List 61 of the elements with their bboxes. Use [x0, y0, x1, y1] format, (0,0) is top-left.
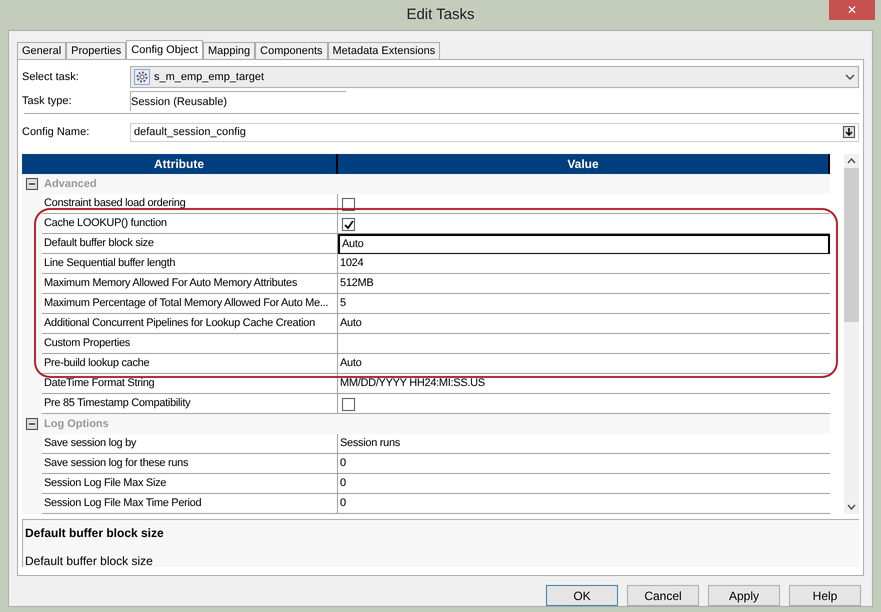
- value-cell[interactable]: MM/DD/YYYY HH24:MI:SS.US: [338, 374, 830, 394]
- tab[interactable]: Metadata Extensions: [328, 42, 440, 59]
- dialog-button[interactable]: Apply: [708, 585, 780, 606]
- value-cell[interactable]: [338, 334, 830, 354]
- attribute-cell: DateTime Format String: [42, 374, 338, 394]
- attribute-cell: Save session log by: [42, 434, 338, 454]
- tab[interactable]: Properties: [66, 42, 126, 59]
- attribute-cell: Custom Properties: [42, 334, 338, 354]
- attribute-cell: Constraint based load ordering: [42, 194, 338, 214]
- attribute-cell: Maximum Memory Allowed For Auto Memory Attributes: [42, 274, 338, 294]
- value-cell[interactable]: Auto: [338, 314, 830, 334]
- attribute-cell: Session Log File Max Size: [42, 474, 338, 494]
- value-cell[interactable]: [338, 214, 830, 234]
- checkbox[interactable]: [342, 218, 355, 231]
- close-button[interactable]: ✕: [829, 0, 875, 20]
- scroll-thumb[interactable]: [844, 168, 859, 322]
- value-cell[interactable]: Session runs: [338, 434, 830, 454]
- collapse-toggle[interactable]: [26, 418, 38, 430]
- gear-icon: [134, 69, 150, 85]
- value-cell[interactable]: 1024: [338, 254, 830, 274]
- description-text: Default buffer block size: [25, 553, 154, 570]
- dialog-button[interactable]: OK: [546, 585, 618, 606]
- value-cell[interactable]: Auto: [338, 354, 830, 374]
- scrollbar[interactable]: [844, 154, 859, 514]
- attribute-cell: Maximum Percentage of Total Memory Allowed For Auto Me...: [42, 294, 338, 314]
- value-cell[interactable]: 5: [338, 294, 830, 314]
- field-label: Task type:: [22, 94, 73, 109]
- value-cell[interactable]: 512MB: [338, 274, 830, 294]
- value-cell[interactable]: 0: [338, 494, 830, 514]
- chevron-down-icon: [845, 73, 855, 81]
- value-cell[interactable]: [338, 194, 830, 214]
- task-select[interactable]: s_m_emp_emp_target: [130, 66, 859, 88]
- dialog-button[interactable]: Cancel: [627, 585, 699, 606]
- attribute-cell: Session Log File Max Time Period: [42, 494, 338, 514]
- description-title: Default buffer block size: [25, 525, 165, 542]
- attribute-cell: Line Sequential buffer length: [42, 254, 338, 274]
- section-title: Advanced: [44, 176, 97, 192]
- value-cell[interactable]: [338, 394, 830, 414]
- attribute-cell: Additional Concurrent Pipelines for Lookup Cache Creation: [42, 314, 338, 334]
- field-label: Select task:: [22, 70, 80, 85]
- tab[interactable]: Components: [255, 42, 328, 59]
- checkbox[interactable]: [342, 398, 355, 411]
- attribute-cell: Pre-build lookup cache: [42, 354, 338, 374]
- value-cell[interactable]: 0: [338, 474, 830, 494]
- collapse-toggle[interactable]: [26, 178, 38, 190]
- value-cell[interactable]: Auto: [338, 234, 830, 254]
- config-name-field[interactable]: default_session_config: [130, 122, 859, 142]
- section-title: Log Options: [44, 416, 109, 432]
- value-cell[interactable]: 0: [338, 454, 830, 474]
- dialog-button[interactable]: Help: [789, 585, 861, 606]
- attribute-cell: Default buffer block size: [42, 234, 338, 254]
- tab[interactable]: Mapping: [202, 42, 256, 59]
- tab[interactable]: Config Object: [126, 40, 203, 59]
- dropdown-arrow-icon[interactable]: [843, 126, 855, 138]
- attribute-cell: Cache LOOKUP() function: [42, 214, 338, 234]
- tab[interactable]: General: [17, 42, 66, 59]
- field-label: Config Name:: [22, 124, 90, 140]
- attribute-cell: Pre 85 Timestamp Compatibility: [42, 394, 338, 414]
- attribute-cell: Save session log for these runs: [42, 454, 338, 474]
- window-title: Edit Tasks: [405, 5, 476, 25]
- task-type-value: Session (Reusable): [130, 91, 346, 111]
